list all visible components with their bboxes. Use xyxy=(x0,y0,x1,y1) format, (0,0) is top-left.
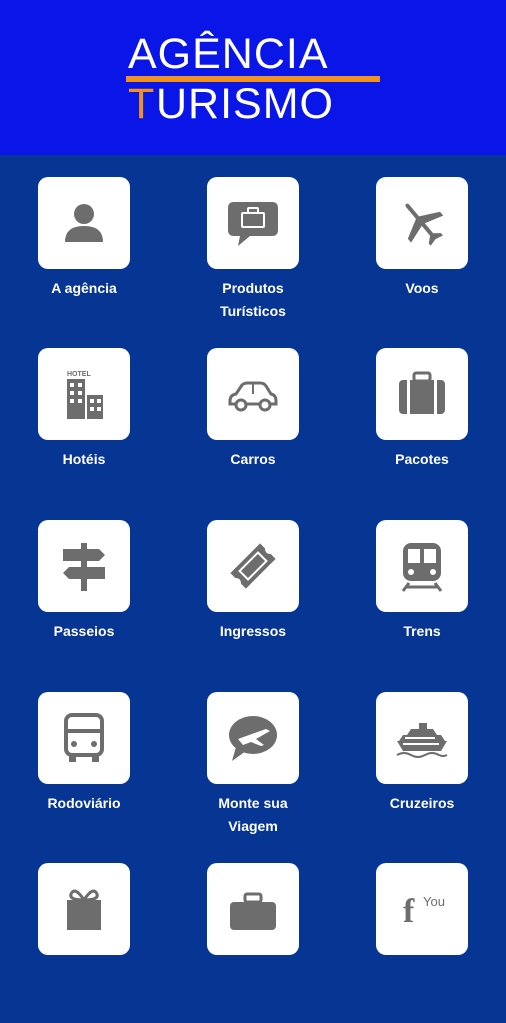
tile-label: Cruzeiros xyxy=(389,795,455,811)
tile-passeios[interactable]: Passeios xyxy=(0,520,168,680)
tile-pacotes[interactable]: Pacotes xyxy=(338,348,506,508)
ship-icon xyxy=(396,723,448,758)
car-icon xyxy=(228,381,278,412)
tile-a-agencia[interactable]: A agência xyxy=(0,177,168,337)
tile-cruzeiros[interactable]: Cruzeiros xyxy=(338,692,506,852)
briefcase-icon xyxy=(230,892,276,930)
tile-partial-2[interactable] xyxy=(169,863,337,1023)
signpost-icon xyxy=(63,543,105,591)
person-icon xyxy=(65,204,103,242)
tile-hoteis[interactable]: HOTEL Hotéis xyxy=(0,348,168,508)
tile-label: Monte sua Viagem xyxy=(218,795,288,834)
tile-voos[interactable]: Voos xyxy=(338,177,506,337)
gift-icon xyxy=(67,889,101,930)
ticket-icon xyxy=(230,543,276,589)
tile-label: Hotéis xyxy=(62,451,106,467)
tile-label: Produtos Turísticos xyxy=(220,280,286,319)
tile-label: Ingressos xyxy=(219,623,287,639)
tile-ingressos[interactable]: Ingressos xyxy=(169,520,337,680)
tile-rodoviario[interactable]: Rodoviário xyxy=(0,692,168,852)
tile-label: A agência xyxy=(51,280,117,296)
tile-label: Rodoviário xyxy=(47,795,121,811)
tile-label: Passeios xyxy=(53,623,115,639)
social-media-icon: f You xyxy=(403,893,445,930)
tile-label: Voos xyxy=(405,280,439,296)
svg-text:HOTEL: HOTEL xyxy=(67,371,91,378)
tile-monte-sua-viagem[interactable]: Monte sua Viagem xyxy=(169,692,337,852)
train-icon xyxy=(401,543,443,592)
tile-carros[interactable]: Carros xyxy=(169,348,337,508)
tile-partial-3[interactable]: f You xyxy=(338,863,506,1023)
svg-text:f: f xyxy=(403,893,415,930)
menu-grid: A agência Produtos Turísticos Voos HOTEL… xyxy=(0,0,506,955)
tile-label: Carros xyxy=(230,451,276,467)
tile-label: Trens xyxy=(403,623,441,639)
bus-icon xyxy=(64,713,104,762)
tile-trens[interactable]: Trens xyxy=(338,520,506,680)
plane-chat-icon xyxy=(229,716,277,761)
tile-partial-1[interactable] xyxy=(0,863,168,1023)
tile-produtos-turisticos[interactable]: Produtos Turísticos xyxy=(169,177,337,337)
suitcase-icon xyxy=(399,371,445,414)
airplane-icon xyxy=(405,203,444,246)
hotel-building-icon: HOTEL xyxy=(67,371,103,419)
luggage-chat-icon xyxy=(228,202,278,246)
svg-text:You: You xyxy=(423,894,445,909)
tile-label: Pacotes xyxy=(395,451,449,467)
